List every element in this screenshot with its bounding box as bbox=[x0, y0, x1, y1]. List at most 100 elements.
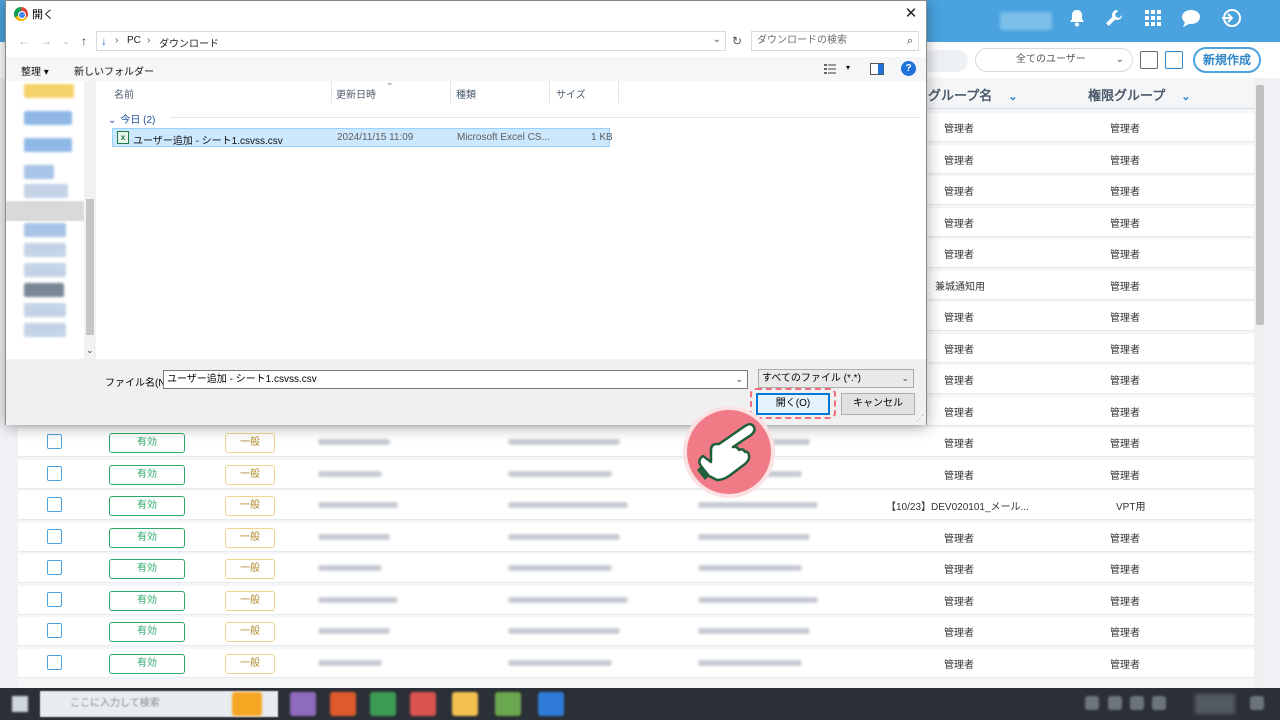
page-scrollbar-thumb[interactable] bbox=[1256, 85, 1264, 325]
chevron-down-icon[interactable]: ⌄ bbox=[735, 371, 743, 388]
sort-chevron-icon: ⌄ bbox=[386, 77, 394, 87]
row-checkbox[interactable] bbox=[47, 591, 62, 607]
preview-pane-icon[interactable] bbox=[870, 63, 884, 75]
breadcrumb-downloads[interactable]: ダウンロード bbox=[159, 35, 219, 50]
view-chevron-icon[interactable]: ▾ bbox=[846, 63, 850, 72]
back-arrow-icon[interactable]: ← bbox=[16, 32, 32, 50]
permission-group-cell: 管理者 bbox=[1110, 155, 1140, 167]
row-checkbox[interactable] bbox=[47, 465, 62, 481]
search-field-partial[interactable] bbox=[922, 50, 968, 72]
help-icon[interactable]: ? bbox=[901, 61, 916, 76]
up-arrow-icon[interactable]: ↑ bbox=[76, 32, 92, 50]
row-checkbox[interactable] bbox=[47, 560, 62, 575]
nav-item-blurred[interactable] bbox=[24, 138, 72, 152]
table-row[interactable]: 有効 一般 【10/23】DEV020101_メール... VPT用 bbox=[18, 491, 1254, 520]
nav-item-blurred[interactable] bbox=[24, 243, 66, 257]
breadcrumb-pc[interactable]: PC bbox=[127, 35, 141, 46]
filename-input[interactable]: ユーザー追加 - シート1.csvss.csv ⌄ bbox=[163, 370, 748, 389]
file-row-selected[interactable]: x ユーザー追加 - シート1.csvss.csv 2024/11/15 11:… bbox=[112, 128, 613, 147]
nav-item-blurred[interactable] bbox=[24, 323, 66, 337]
cancel-button[interactable]: キャンセル bbox=[841, 393, 915, 415]
row-checkbox[interactable] bbox=[47, 434, 62, 449]
recent-chevron-icon[interactable]: ⌄ bbox=[58, 32, 74, 50]
nav-item-blurred[interactable] bbox=[24, 223, 66, 237]
new-button[interactable]: 新規作成 bbox=[1193, 47, 1261, 73]
user-type-badge: 一般 bbox=[225, 559, 275, 579]
user-type-badge: 一般 bbox=[225, 433, 275, 453]
nav-item-blurred[interactable] bbox=[24, 263, 66, 277]
grid-icon[interactable] bbox=[1140, 8, 1166, 34]
tray-icon[interactable] bbox=[1152, 696, 1166, 710]
row-checkbox[interactable] bbox=[47, 497, 62, 512]
chevron-down-icon: ⌄ bbox=[108, 115, 117, 126]
column-header-date[interactable]: 更新日時 bbox=[336, 86, 376, 101]
file-name: ユーザー追加 - シート1.csvss.csv bbox=[133, 136, 283, 147]
filetype-value: すべてのファイル (*.*) bbox=[762, 373, 861, 384]
group-name-cell: 管理者 bbox=[944, 124, 974, 135]
user-name-blurred bbox=[1000, 12, 1052, 30]
wrench-icon[interactable] bbox=[1101, 8, 1127, 34]
organize-menu[interactable]: 整理 ▾ bbox=[21, 63, 49, 78]
chevron-down-icon[interactable]: ⌄ bbox=[713, 34, 721, 45]
tray-icon[interactable] bbox=[1130, 696, 1144, 710]
column-divider[interactable] bbox=[331, 81, 332, 103]
new-folder-button[interactable]: 新しいフォルダー bbox=[74, 63, 154, 78]
view-options-icon[interactable] bbox=[824, 63, 838, 75]
taskbar-app-icon[interactable] bbox=[410, 692, 436, 716]
table-row[interactable]: 有効 一般 管理者 管理者 bbox=[18, 459, 1254, 489]
nav-item-blurred[interactable] bbox=[24, 303, 66, 317]
upload-icon[interactable] bbox=[1165, 51, 1183, 69]
group-name-cell: 管理者 bbox=[944, 313, 974, 324]
address-bar[interactable]: ↓ › PC › ダウンロード ⌄ bbox=[96, 31, 726, 51]
search-input[interactable]: ダウンロードの検索 ⌕ bbox=[751, 31, 919, 51]
taskbar-app-icon[interactable] bbox=[330, 692, 356, 716]
table-row[interactable]: 有効 一般 管理者 管理者 bbox=[18, 617, 1254, 646]
column-header-type[interactable]: 種類 bbox=[456, 86, 476, 101]
table-row[interactable]: 有効 一般 管理者 管理者 bbox=[18, 648, 1254, 678]
nav-item-blurred[interactable] bbox=[24, 111, 72, 125]
row-checkbox[interactable] bbox=[47, 623, 62, 638]
chevron-down-icon[interactable]: ⌄ bbox=[86, 345, 94, 356]
row-checkbox[interactable] bbox=[47, 528, 62, 544]
table-row[interactable]: 有効 一般 管理者 管理者 bbox=[18, 428, 1254, 457]
taskbar-app-icon[interactable] bbox=[452, 692, 478, 716]
nav-item-blurred[interactable] bbox=[24, 165, 54, 179]
nav-pane-scrollbar-thumb[interactable] bbox=[86, 199, 94, 335]
taskbar-app-icon[interactable] bbox=[232, 692, 262, 716]
chat-icon[interactable] bbox=[1178, 8, 1204, 34]
bell-icon[interactable] bbox=[1064, 8, 1090, 34]
group-header-today[interactable]: ⌄ 今日 (2) bbox=[108, 111, 155, 126]
resize-grip-icon[interactable]: ⋰ bbox=[916, 414, 924, 423]
nav-item-selected[interactable] bbox=[6, 201, 84, 221]
forward-arrow-icon[interactable]: → bbox=[38, 32, 54, 50]
taskbar-app-icon[interactable] bbox=[370, 692, 396, 716]
column-divider[interactable] bbox=[549, 81, 550, 103]
taskbar-app-icon[interactable] bbox=[538, 692, 564, 716]
column-header-permission[interactable]: 権限グループ ⌄ bbox=[1088, 85, 1190, 104]
notification-icon[interactable] bbox=[1250, 696, 1264, 710]
start-icon[interactable] bbox=[12, 696, 28, 712]
table-row[interactable]: 有効 一般 管理者 管理者 bbox=[18, 522, 1254, 552]
column-header-name[interactable]: 名前 bbox=[114, 86, 134, 101]
taskbar-app-icon[interactable] bbox=[290, 692, 316, 716]
group-name-cell: 管理者 bbox=[944, 376, 974, 387]
row-checkbox[interactable] bbox=[47, 654, 62, 670]
close-icon[interactable]: ✕ bbox=[896, 1, 926, 27]
tray-icon[interactable] bbox=[1085, 696, 1099, 710]
column-divider[interactable] bbox=[450, 81, 451, 103]
nav-item-blurred[interactable] bbox=[24, 184, 68, 198]
logout-icon[interactable] bbox=[1218, 8, 1244, 34]
taskbar-app-icon[interactable] bbox=[495, 692, 521, 716]
table-row[interactable]: 有効 一般 管理者 管理者 bbox=[18, 585, 1254, 615]
column-header-group[interactable]: グループ名 ⌄ bbox=[928, 85, 1017, 104]
nav-item-blurred[interactable] bbox=[24, 283, 64, 297]
tray-icon[interactable] bbox=[1108, 696, 1122, 710]
filetype-select[interactable]: すべてのファイル (*.*) ⌄ bbox=[758, 369, 914, 388]
table-row[interactable]: 有効 一般 管理者 管理者 bbox=[18, 554, 1254, 583]
document-icon[interactable] bbox=[1140, 51, 1158, 69]
refresh-icon[interactable]: ↻ bbox=[729, 33, 745, 49]
column-header-size[interactable]: サイズ bbox=[556, 86, 586, 101]
column-divider[interactable] bbox=[618, 81, 619, 103]
nav-item-blurred[interactable] bbox=[24, 84, 74, 98]
user-filter-select[interactable]: 全てのユーザー ⌄ bbox=[975, 48, 1133, 72]
